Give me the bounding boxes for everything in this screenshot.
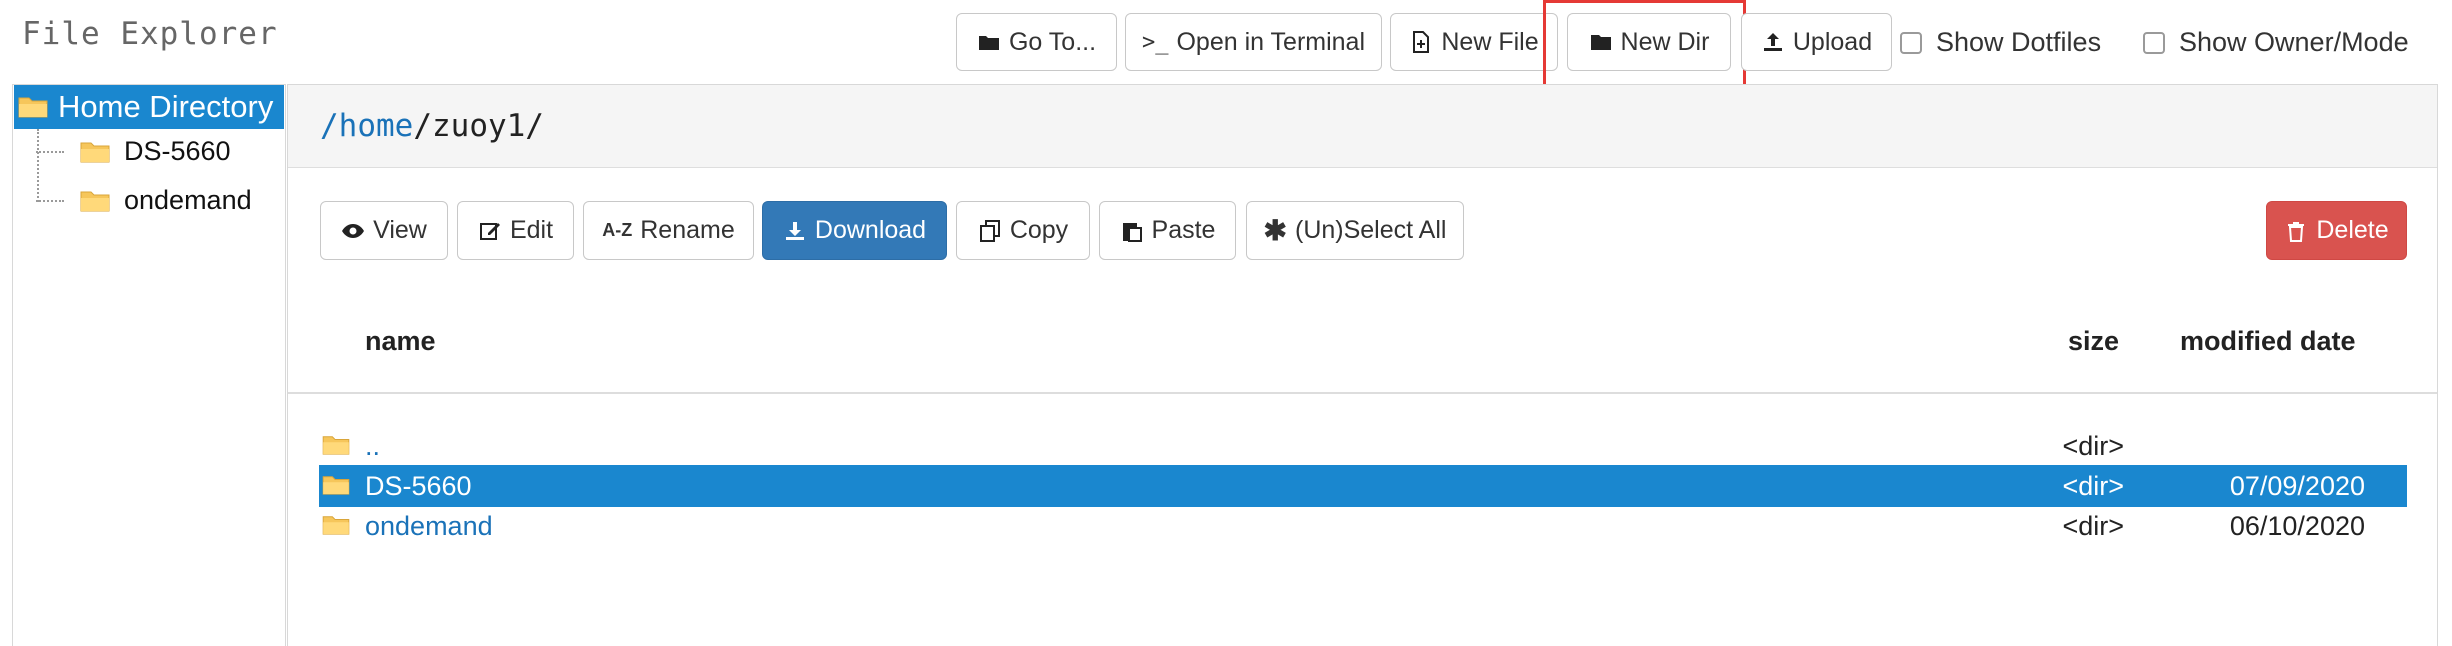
paste-label: Paste: [1151, 216, 1216, 244]
column-header-modified[interactable]: modified date: [2180, 326, 2356, 357]
download-label: Download: [814, 216, 927, 244]
file-name-link[interactable]: ..: [365, 431, 380, 462]
file-name-link[interactable]: DS-5660: [365, 471, 472, 502]
show-owner-mode-checkbox[interactable]: Show Owner/Mode: [2143, 27, 2409, 58]
breadcrumb-current: /zuoy1/: [413, 108, 544, 144]
select-all-button[interactable]: ✱ (Un)Select All: [1246, 201, 1464, 260]
upload-label: Upload: [1792, 27, 1873, 56]
rename-label: Rename: [640, 216, 735, 244]
tree-item-ondemand[interactable]: ondemand: [36, 185, 252, 216]
terminal-label: Open in Terminal: [1176, 27, 1366, 56]
terminal-icon: >_: [1141, 29, 1169, 55]
breadcrumb-home-link[interactable]: /home: [320, 108, 413, 144]
goto-button[interactable]: Go To...: [956, 13, 1117, 71]
table-row[interactable]: .. <dir>: [319, 425, 2407, 467]
view-label: View: [373, 216, 427, 244]
edit-icon: [479, 222, 500, 240]
header-divider: [288, 392, 2437, 394]
edit-label: Edit: [509, 216, 554, 244]
table-row-selected[interactable]: DS-5660 <dir> 07/09/2020: [319, 465, 2407, 507]
file-size: <dir>: [2062, 511, 2124, 541]
file-list-panel: [287, 84, 2438, 646]
eye-icon: [342, 223, 365, 238]
column-header-size[interactable]: size: [2068, 326, 2119, 357]
new-file-button[interactable]: New File: [1390, 13, 1558, 71]
paste-button[interactable]: Paste: [1099, 201, 1236, 260]
folder-open-icon: [18, 97, 48, 118]
folder-icon: [80, 191, 110, 211]
download-button[interactable]: Download: [762, 201, 947, 260]
checkbox-box[interactable]: [1900, 31, 1922, 54]
tree-dots: [36, 150, 64, 153]
upload-icon: [1763, 33, 1782, 51]
open-terminal-button[interactable]: >_ Open in Terminal: [1125, 13, 1382, 71]
file-name-link[interactable]: ondemand: [365, 511, 493, 542]
tree-root-label: Home Directory: [58, 89, 274, 124]
delete-button[interactable]: Delete: [2266, 201, 2407, 260]
show-dotfiles-checkbox[interactable]: Show Dotfiles: [1900, 27, 2101, 58]
delete-label: Delete: [2316, 216, 2389, 244]
tree-dots: [36, 199, 64, 202]
folder-open-icon: [978, 36, 999, 50]
tree-item-label: ondemand: [124, 185, 252, 215]
upload-button[interactable]: Upload: [1741, 13, 1892, 71]
tree-item-ds-5660[interactable]: DS-5660: [36, 136, 231, 167]
file-modified-date: 07/09/2020: [2229, 471, 2365, 501]
goto-label: Go To...: [1008, 27, 1097, 56]
show-owner-label: Show Owner/Mode: [2179, 27, 2409, 57]
show-dotfiles-label: Show Dotfiles: [1936, 27, 2102, 57]
file-size: <dir>: [2062, 471, 2124, 501]
edit-button[interactable]: Edit: [457, 201, 574, 260]
app-title: File Explorer: [22, 16, 278, 52]
new-file-icon: [1413, 31, 1430, 53]
tree-item-label: DS-5660: [124, 136, 231, 166]
column-header-name[interactable]: name: [365, 326, 436, 357]
file-size: <dir>: [2062, 431, 2124, 461]
table-row[interactable]: ondemand <dir> 06/10/2020: [319, 505, 2407, 547]
trash-icon: [2288, 221, 2305, 242]
view-button[interactable]: View: [320, 201, 448, 260]
folder-icon: [80, 142, 110, 162]
tree-root-home[interactable]: Home Directory: [14, 85, 284, 129]
folder-icon: [322, 476, 350, 495]
folder-icon: [322, 436, 350, 455]
directory-tree-panel: [12, 84, 286, 646]
breadcrumb: /home /zuoy1/: [288, 85, 2437, 168]
select-all-label: (Un)Select All: [1295, 216, 1447, 244]
paste-icon: [1122, 222, 1142, 242]
copy-icon: [979, 219, 1000, 242]
download-icon: [785, 221, 804, 240]
copy-label: Copy: [1009, 216, 1069, 244]
file-modified-date: 06/10/2020: [2229, 511, 2365, 541]
copy-button[interactable]: Copy: [956, 201, 1090, 260]
asterisk-icon: ✱: [1263, 215, 1287, 246]
checkbox-box[interactable]: [2143, 31, 2165, 54]
rename-button[interactable]: A-Z Rename: [583, 201, 754, 260]
new-file-label: New File: [1441, 27, 1539, 56]
folder-icon: [322, 516, 350, 535]
rename-icon: A-Z: [602, 220, 633, 240]
